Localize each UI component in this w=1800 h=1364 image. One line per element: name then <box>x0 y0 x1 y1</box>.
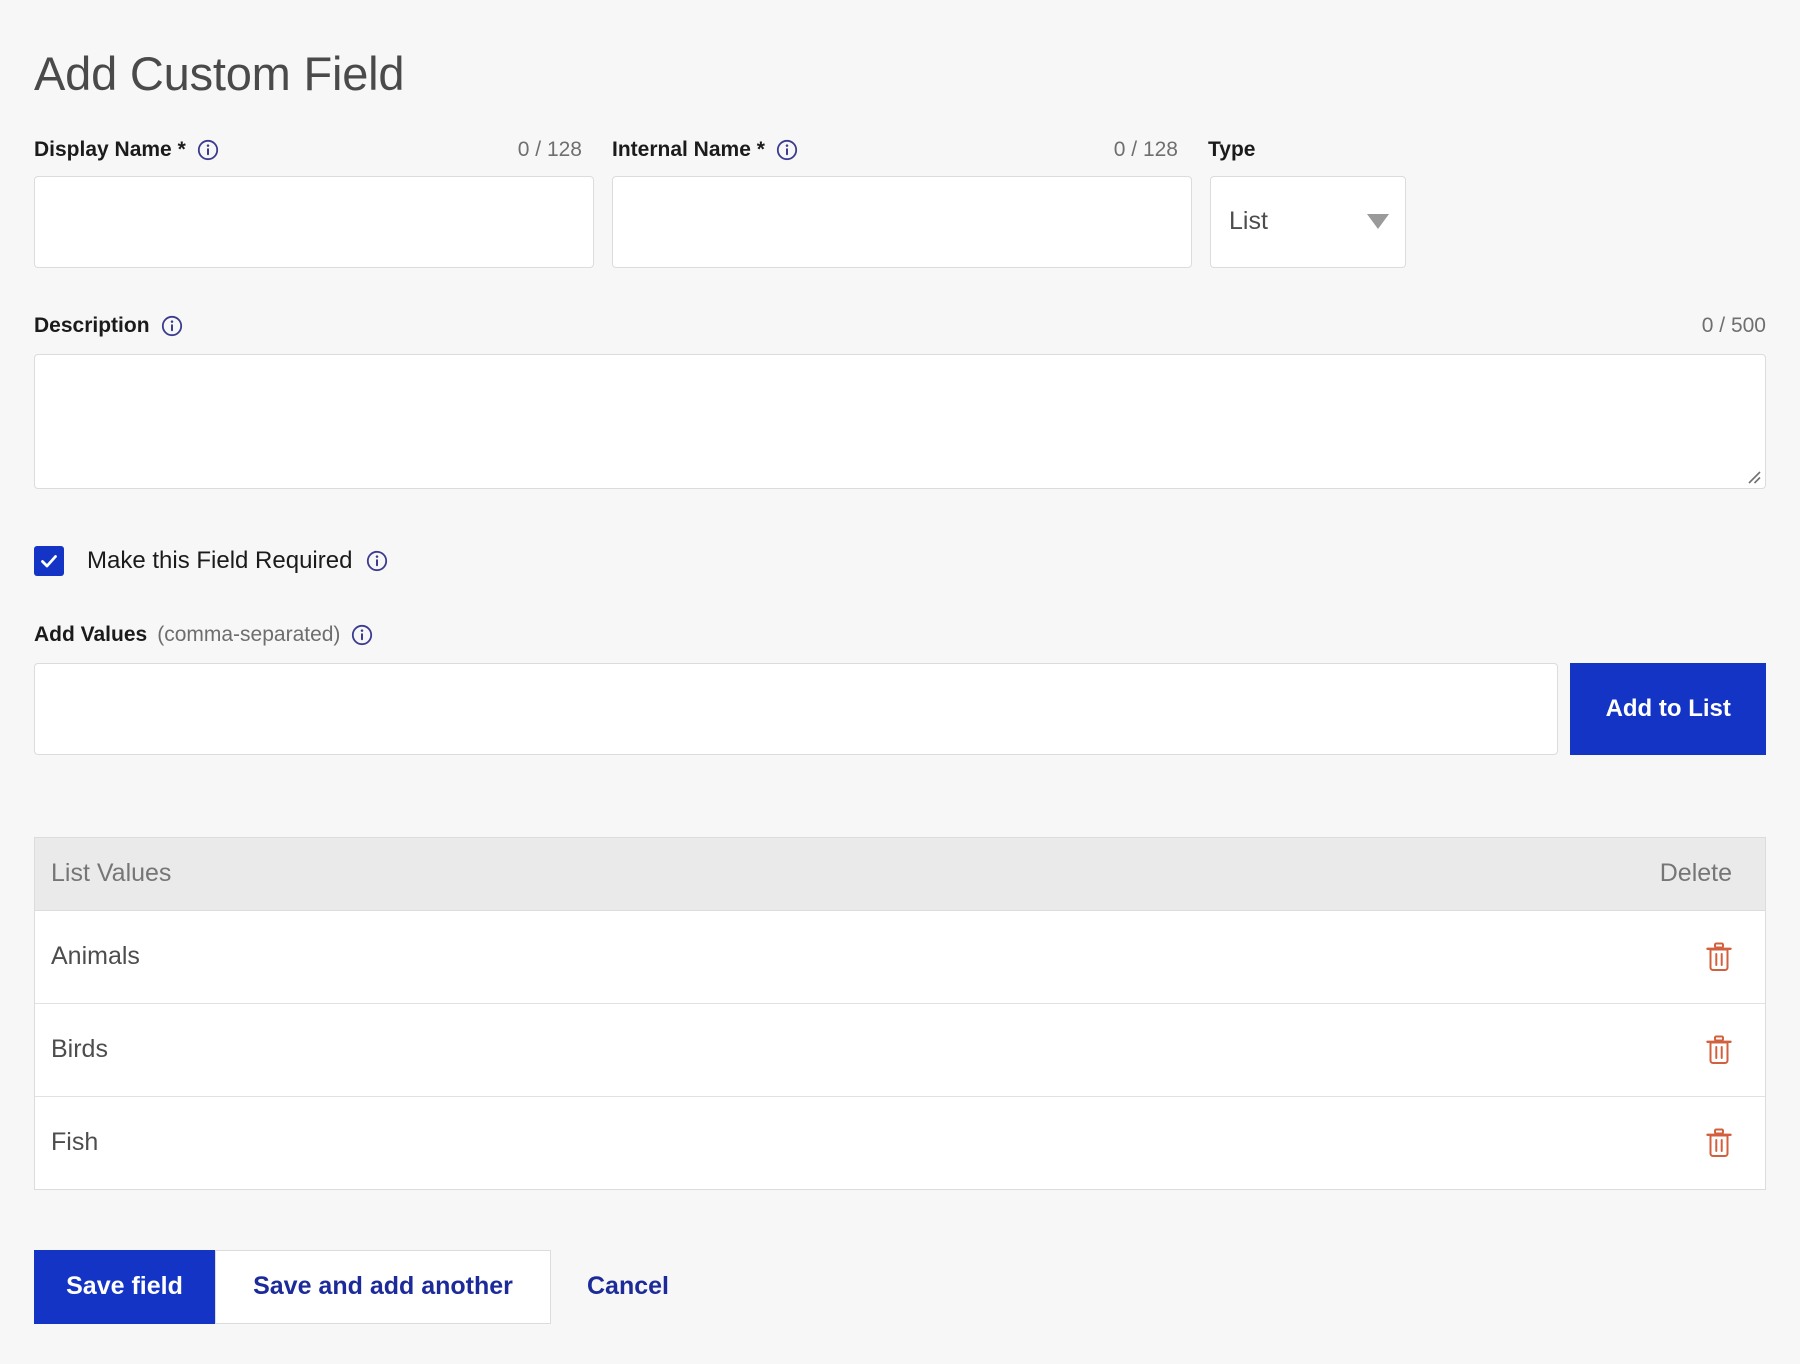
chevron-down-icon <box>1367 214 1389 229</box>
required-checkbox-row[interactable]: Make this Field Required <box>34 545 1766 577</box>
delete-row-button[interactable] <box>1705 1128 1765 1158</box>
page-title: Add Custom Field <box>34 0 1766 100</box>
info-icon[interactable] <box>161 315 183 337</box>
internal-name-counter: 0 / 128 <box>1114 138 1192 162</box>
column-header-delete: Delete <box>1660 859 1765 888</box>
cancel-button[interactable]: Cancel <box>551 1250 705 1324</box>
description-label-row: Description 0 / 500 <box>34 312 1766 340</box>
internal-name-label: Internal Name * <box>612 138 765 162</box>
list-value-text: Birds <box>35 1035 108 1064</box>
table-row: Fish <box>35 1097 1765 1189</box>
name-fields-label-row: Display Name * 0 / 128 Internal Name * 0 <box>34 136 1766 164</box>
add-values-input[interactable] <box>34 663 1558 755</box>
type-label-group: Type <box>1208 138 1255 162</box>
table-header-row: List Values Delete <box>35 838 1765 911</box>
internal-name-input[interactable] <box>612 176 1192 268</box>
list-value-text: Animals <box>35 942 140 971</box>
info-icon[interactable] <box>776 139 798 161</box>
add-values-label-row: Add Values (comma-separated) <box>34 621 1766 649</box>
type-label: Type <box>1208 138 1255 162</box>
list-value-text: Fish <box>35 1128 98 1157</box>
trash-icon <box>1705 1128 1733 1158</box>
save-and-add-another-button[interactable]: Save and add another <box>215 1250 551 1324</box>
save-field-button[interactable]: Save field <box>34 1250 215 1324</box>
delete-row-button[interactable] <box>1705 942 1765 972</box>
add-values-sublabel: (comma-separated) <box>157 623 340 647</box>
table-row: Animals <box>35 911 1765 1004</box>
add-values-label: Add Values <box>34 623 147 647</box>
form-actions: Save field Save and add another Cancel <box>34 1250 1766 1324</box>
display-name-label-group: Display Name * 0 / 128 <box>34 138 594 162</box>
description-label: Description <box>34 314 150 338</box>
trash-icon <box>1705 942 1733 972</box>
description-counter: 0 / 500 <box>1702 314 1766 338</box>
type-select[interactable]: List <box>1210 176 1406 268</box>
info-icon[interactable] <box>366 550 388 572</box>
info-icon[interactable] <box>351 624 373 646</box>
make-required-label: Make this Field Required <box>87 547 352 575</box>
description-textarea[interactable] <box>34 354 1766 489</box>
make-required-checkbox[interactable] <box>34 546 64 576</box>
column-header-list-values: List Values <box>35 859 171 888</box>
internal-name-label-group: Internal Name * 0 / 128 <box>612 138 1192 162</box>
info-icon[interactable] <box>197 139 219 161</box>
name-fields-input-row: List <box>34 176 1766 268</box>
display-name-counter: 0 / 128 <box>518 138 594 162</box>
add-to-list-button[interactable]: Add to List <box>1570 663 1766 755</box>
list-values-table: List Values Delete Animals Birds <box>34 837 1766 1190</box>
delete-row-button[interactable] <box>1705 1035 1765 1065</box>
table-row: Birds <box>35 1004 1765 1097</box>
display-name-input[interactable] <box>34 176 594 268</box>
type-select-value: List <box>1229 207 1268 236</box>
add-values-input-row: Add to List <box>34 663 1766 755</box>
add-custom-field-page: Add Custom Field Display Name * 0 / 128 … <box>0 0 1800 1364</box>
display-name-label: Display Name * <box>34 138 186 162</box>
check-icon <box>39 551 59 571</box>
description-wrapper <box>34 354 1766 489</box>
trash-icon <box>1705 1035 1733 1065</box>
